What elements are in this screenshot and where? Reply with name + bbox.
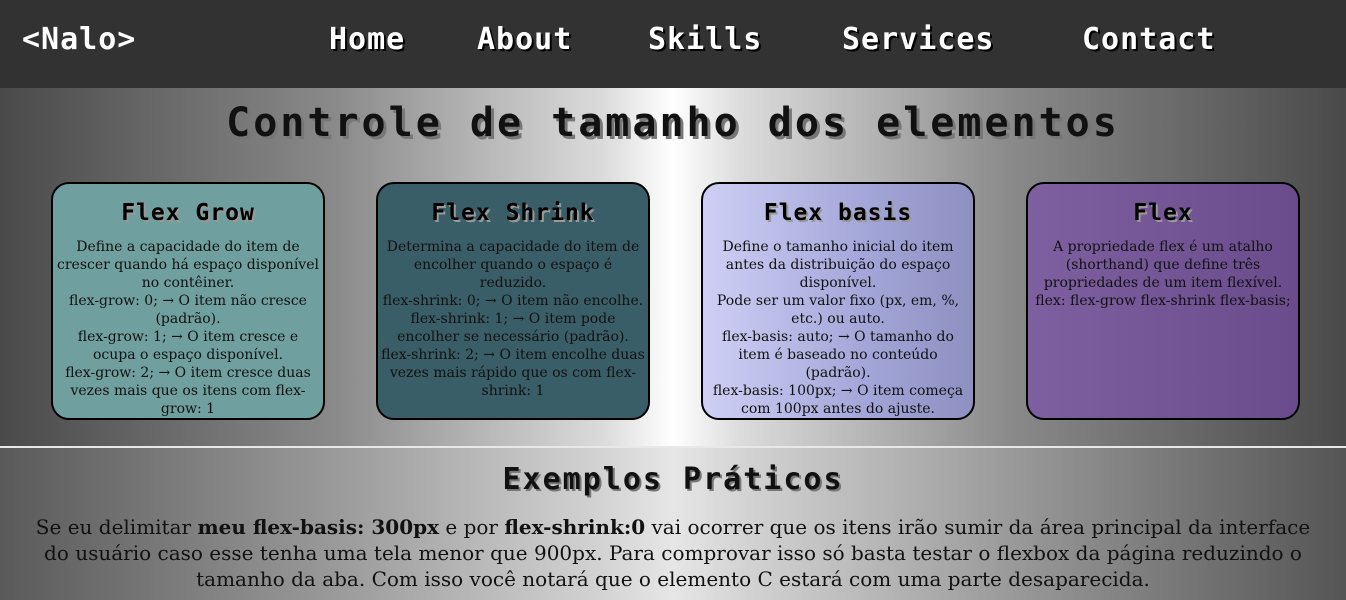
card-line: Define a capacidade do item de crescer q… [57, 239, 319, 291]
nav-link-contact[interactable]: Contact [1082, 22, 1215, 57]
paragraph-text: e por [439, 515, 505, 539]
card-line: Define o tamanho inicial do item antes d… [722, 239, 954, 291]
nav-link-services[interactable]: Services [842, 22, 995, 57]
card-description: Define a capacidade do item de crescer q… [56, 238, 320, 418]
nav-link-skills[interactable]: Skills [648, 22, 762, 57]
card-description: Determina a capacidade do item de encolh… [381, 238, 645, 400]
paragraph-text: Se eu delimitar [35, 515, 198, 539]
card-line: flex-grow: 1; → O item cresce e ocupa o … [77, 329, 299, 363]
card-flex-shrink: Flex Shrink Determina a capacidade do it… [376, 182, 650, 420]
card-title: Flex basis [763, 200, 913, 226]
main-nav: Home About Skills Services Contact [0, 22, 1346, 62]
top-navbar: <Nalo> Home About Skills Services Contac… [0, 0, 1346, 88]
card-line: flex-shrink: 1; → O item pode encolher s… [397, 311, 629, 345]
card-flex-grow: Flex Grow Define a capacidade do item de… [51, 182, 325, 420]
examples-section: Exemplos Práticos Se eu delimitar meu fl… [0, 448, 1346, 600]
card-line: flex-shrink: 0; → O item não encolhe. [382, 293, 644, 309]
card-description: Define o tamanho inicial do item antes d… [706, 238, 970, 418]
card-line: flex: flex-grow flex-shrink flex-basis; [1035, 293, 1291, 309]
examples-paragraph: Se eu delimitar meu flex-basis: 300px e … [24, 514, 1322, 592]
card-line: flex-shrink: 2; → O item encolhe duas ve… [381, 347, 645, 399]
card-title: Flex Shrink [431, 200, 595, 226]
card-line: Pode ser um valor fixo (px, em, %, etc.)… [716, 293, 960, 327]
card-line: flex-grow: 0; → O item não cresce (padrã… [69, 293, 307, 327]
card-flex: Flex A propriedade flex é um atalho (sho… [1026, 182, 1300, 420]
paragraph-bold: meu flex-basis: 300px [197, 515, 440, 539]
card-line: flex-grow: 2; → O item cresce duas vezes… [65, 365, 311, 417]
paragraph-bold: flex-shrink:0 [504, 515, 646, 539]
examples-title: Exemplos Práticos [502, 462, 844, 497]
card-line: flex-basis: auto; → O tamanho do item é … [722, 329, 954, 381]
card-line: flex-basis: 100px; → O item começa com 1… [712, 383, 964, 417]
card-title: Flex [1133, 200, 1193, 226]
card-description: A propriedade flex é um atalho (shorthan… [1031, 238, 1295, 310]
card-line: A propriedade flex é um atalho (shorthan… [1043, 239, 1283, 291]
card-line: Determina a capacidade do item de encolh… [386, 239, 640, 291]
nav-link-about[interactable]: About [477, 22, 572, 57]
nav-link-home[interactable]: Home [329, 22, 405, 57]
card-flex-basis: Flex basis Define o tamanho inicial do i… [701, 182, 975, 420]
card-title: Flex Grow [121, 200, 255, 226]
section-title: Controle de tamanho dos elementos [226, 100, 1120, 146]
